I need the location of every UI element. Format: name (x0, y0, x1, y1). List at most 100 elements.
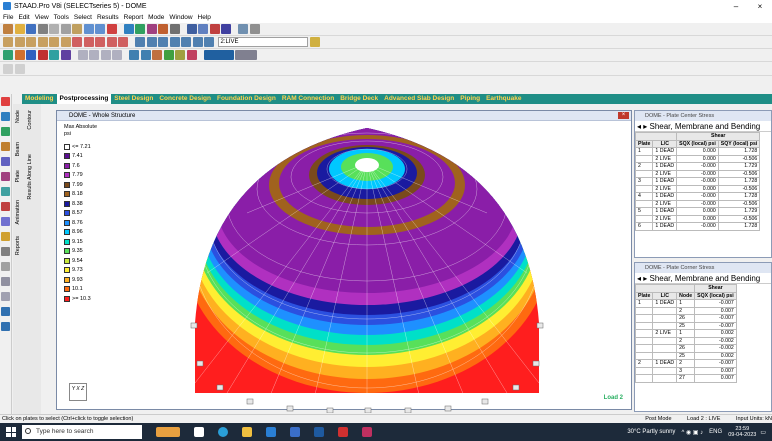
table-cell[interactable]: 0.007 (694, 374, 737, 383)
table-cell[interactable] (635, 366, 654, 375)
table-cell[interactable] (635, 329, 654, 338)
analysis-page-icon[interactable] (1, 142, 10, 151)
page-control-icon[interactable] (1, 97, 10, 106)
rotate-icon[interactable] (106, 37, 117, 47)
properties-icon[interactable] (169, 24, 180, 34)
nav-arrows-icon[interactable]: ◂ ▸ (637, 274, 649, 283)
help-icon[interactable] (209, 24, 220, 34)
tab-ram-connection[interactable]: RAM Connection (279, 94, 337, 104)
pinned-app-icon[interactable] (362, 427, 372, 437)
load-envelope-icon[interactable] (14, 63, 25, 74)
table-cell[interactable]: 0.002 (694, 351, 737, 360)
notifications-icon[interactable]: ▭ (760, 429, 766, 436)
table-cell[interactable]: 0.007 (694, 366, 737, 375)
table-cell[interactable]: 3 (635, 177, 654, 186)
table-row[interactable]: 2 LIVE 0.000 -0.506 (635, 154, 761, 163)
system-clock[interactable]: 23:59 09-04-2023 (728, 426, 756, 438)
view-page-icon[interactable] (1, 292, 10, 301)
vtab-node[interactable]: Node (15, 110, 21, 123)
open-icon[interactable] (14, 24, 25, 34)
menu-results[interactable]: Results (97, 14, 119, 21)
menu-window[interactable]: Window (169, 14, 192, 21)
tab-foundation-design[interactable]: Foundation Design (214, 94, 279, 104)
col-sqy[interactable]: SQY (local) psi (717, 139, 761, 148)
table-cell[interactable]: -0.000 (676, 162, 719, 171)
table-cell[interactable]: 5 (635, 207, 654, 216)
table-row[interactable]: 61 DEAD -0.000 1.728 (635, 222, 761, 231)
table-row[interactable]: 2 -0.002 (635, 336, 737, 345)
copy-icon[interactable] (60, 24, 71, 34)
table-cell[interactable]: 2 (635, 162, 654, 171)
labels-icon[interactable] (14, 50, 25, 60)
nodal-load-icon[interactable] (152, 50, 162, 60)
table-row[interactable]: 26 -0.002 (635, 344, 737, 353)
table-cell[interactable]: 0.000 (676, 214, 719, 223)
query-icon[interactable] (309, 37, 320, 47)
table-cell[interactable]: 1 DEAD (652, 177, 678, 186)
member-release-icon[interactable] (186, 50, 197, 60)
table-cell[interactable]: 1.729 (717, 207, 761, 216)
table-cell[interactable]: -0.000 (676, 199, 719, 208)
results-nav-tabs-2[interactable]: ◂ ▸ Shear, Membrane and Bending (635, 273, 771, 284)
table-row[interactable]: 11 DEAD 1 -0.007 (635, 299, 737, 308)
select-plates-icon[interactable] (26, 37, 36, 47)
table-cell[interactable]: 27 (676, 374, 696, 383)
table-cell[interactable] (635, 344, 654, 353)
table-row[interactable]: 2 LIVE -0.000 -0.506 (635, 169, 761, 178)
table-cell[interactable] (652, 351, 678, 360)
table-cell[interactable] (652, 321, 678, 330)
table-cell[interactable]: -0.506 (717, 199, 761, 208)
split-icon[interactable] (112, 50, 122, 60)
table-cell[interactable]: 1 DEAD (652, 222, 678, 231)
table-row[interactable]: 27 0.007 (635, 374, 737, 383)
general-page-icon[interactable] (1, 127, 10, 136)
table-cell[interactable]: 1 DEAD (652, 192, 678, 201)
table-cell[interactable] (635, 214, 654, 223)
tab-bridge-deck[interactable]: Bridge Deck (337, 94, 381, 104)
support-icon[interactable] (163, 50, 174, 60)
task-view-icon[interactable] (194, 427, 204, 437)
tray-icons[interactable]: ^ ◉ ▣ ♪ (681, 429, 703, 436)
symbols-icon[interactable] (26, 50, 36, 60)
table-row[interactable]: 2 LIVE 1 0.002 (635, 329, 737, 338)
snap-icon[interactable] (198, 24, 208, 34)
pan-icon[interactable] (95, 37, 105, 47)
cut-icon[interactable] (49, 24, 59, 34)
table-cell[interactable]: 1.728 (717, 147, 761, 156)
cortana-image-icon[interactable] (156, 427, 180, 437)
zoom-window-icon[interactable] (83, 37, 94, 47)
table-cell[interactable]: -0.000 (676, 192, 719, 201)
table-cell[interactable]: 2 LIVE (652, 214, 678, 223)
table-cell[interactable] (652, 314, 678, 323)
table-cell[interactable]: 2 LIVE (652, 329, 678, 338)
mirror-icon[interactable] (100, 50, 111, 60)
table-cell[interactable]: 1 DEAD (652, 299, 678, 308)
table-cell[interactable]: 1.729 (717, 162, 761, 171)
report-icon[interactable] (238, 24, 248, 34)
table-cell[interactable]: 1 DEAD (652, 359, 678, 368)
table-cell[interactable]: 2 (676, 359, 696, 368)
table-cell[interactable] (652, 336, 678, 345)
vtab-beam[interactable]: Beam (15, 142, 21, 156)
table-row[interactable]: 11 DEAD 0.000 1.728 (635, 147, 761, 156)
store-icon[interactable] (266, 427, 276, 437)
results-icon[interactable] (60, 50, 71, 60)
table-cell[interactable] (635, 199, 654, 208)
table-row[interactable]: 41 DEAD -0.000 1.728 (635, 192, 761, 201)
minimize-button[interactable]: – (724, 2, 748, 11)
table-row[interactable]: 2 0.007 (635, 306, 737, 315)
table-cell[interactable]: 0.000 (676, 184, 719, 193)
design-page-icon[interactable] (1, 157, 10, 166)
tab-steel-design[interactable]: Steel Design (111, 94, 156, 104)
table-cell[interactable]: 2 (635, 359, 654, 368)
col-lc-2[interactable]: L/C (652, 291, 678, 300)
close-button[interactable]: × (748, 2, 772, 11)
select-nodes-icon[interactable] (3, 37, 13, 47)
col-plate[interactable]: Plate (635, 139, 654, 148)
table-cell[interactable]: 0.007 (694, 306, 737, 315)
table-cell[interactable]: -0.000 (676, 169, 719, 178)
table-row[interactable]: 21 DEAD -0.000 1.729 (635, 162, 761, 171)
zoom-in-icon[interactable] (118, 37, 128, 47)
table-cell[interactable]: 0.000 (676, 147, 719, 156)
tab-modeling[interactable]: Modeling (22, 94, 57, 104)
